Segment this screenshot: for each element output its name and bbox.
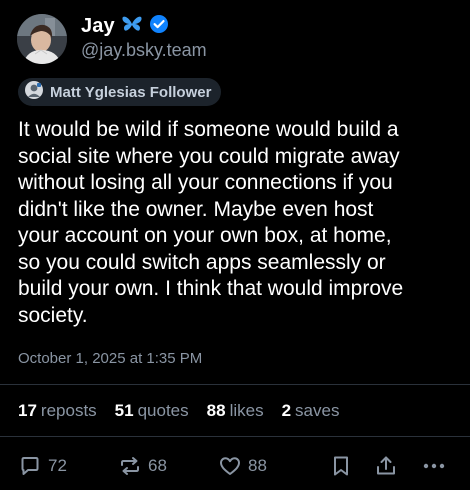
repost-count: 68 [148, 456, 167, 475]
reposts-label: reposts [40, 401, 97, 420]
more-options-button[interactable] [421, 454, 447, 478]
likes-count: 88 [206, 401, 226, 420]
reposts-count: 17 [18, 401, 37, 420]
author-display-name[interactable]: Jay [81, 15, 115, 38]
labeler-avatar-icon [25, 80, 43, 104]
divider [0, 436, 470, 437]
reposts-stat[interactable]: 17 reposts [18, 401, 97, 421]
post-timestamp[interactable]: October 1, 2025 at 1:35 PM [18, 350, 202, 367]
saves-label: saves [295, 401, 340, 420]
author-handle[interactable]: @jay.bsky.team [81, 40, 207, 61]
saves-count: 2 [281, 401, 292, 420]
reply-icon [18, 454, 42, 478]
quotes-label: quotes [137, 401, 189, 420]
share-icon [374, 454, 398, 478]
butterfly-icon [121, 15, 143, 38]
repost-icon [118, 454, 142, 478]
moderation-label-pill[interactable]: Matt Yglesias Follower [18, 78, 222, 106]
heart-icon [218, 454, 242, 478]
label-text: Matt Yglesias Follower [50, 83, 212, 101]
avatar-photo [17, 14, 67, 64]
like-button[interactable]: 88 [218, 454, 267, 478]
author-name-row: Jay [81, 14, 169, 38]
saves-stat[interactable]: 2 saves [282, 401, 340, 421]
author-avatar[interactable] [17, 14, 67, 64]
post-text: It would be wild if someone would build … [18, 118, 404, 327]
quotes-stat[interactable]: 51 quotes [115, 401, 189, 421]
likes-stat[interactable]: 88 likes [207, 401, 264, 421]
share-button[interactable] [374, 454, 398, 478]
quotes-count: 51 [114, 401, 134, 420]
verified-badge-icon[interactable] [149, 14, 169, 39]
engagement-stats: 17 reposts 51 quotes 88 likes 2 saves [18, 401, 339, 421]
post-thread-item: Jay @jay.bsky.team Matt Yglesias Followe… [0, 0, 470, 490]
reply-button[interactable]: 72 [18, 454, 67, 478]
repost-button[interactable]: 68 [118, 454, 167, 478]
divider [0, 384, 470, 385]
likes-label: likes [229, 401, 264, 420]
like-count: 88 [248, 456, 267, 475]
ellipsis-icon [421, 454, 447, 478]
post-actions-bar: 72 68 88 [0, 454, 470, 480]
reply-count: 72 [48, 456, 67, 475]
bookmark-icon [330, 454, 352, 478]
bookmark-button[interactable] [330, 454, 352, 478]
